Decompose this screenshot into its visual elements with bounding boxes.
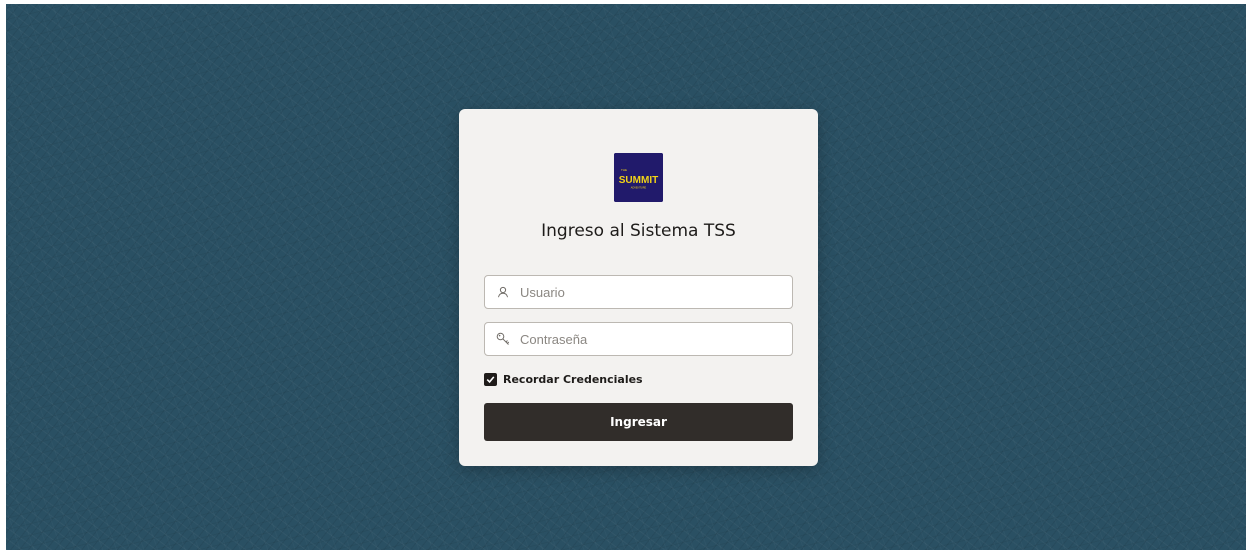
remember-label: Recordar Credenciales: [503, 373, 643, 386]
svg-text:THE: THE: [621, 168, 627, 172]
summit-logo: THE SUMMIT ADVENTURE: [614, 153, 663, 202]
user-icon: [496, 285, 510, 299]
checkmark-icon: [486, 376, 495, 384]
password-input[interactable]: [520, 325, 792, 353]
key-icon: [496, 332, 510, 346]
remember-checkbox[interactable]: [484, 373, 497, 386]
login-background: THE SUMMIT ADVENTURE Ingreso al Sistema …: [6, 4, 1246, 550]
username-input[interactable]: [520, 278, 792, 306]
username-field[interactable]: [484, 275, 793, 309]
login-title: Ingreso al Sistema TSS: [541, 221, 736, 241]
login-card: THE SUMMIT ADVENTURE Ingreso al Sistema …: [459, 109, 818, 466]
svg-text:ADVENTURE: ADVENTURE: [631, 187, 647, 190]
password-field[interactable]: [484, 322, 793, 356]
remember-credentials[interactable]: Recordar Credenciales: [484, 373, 643, 386]
login-button[interactable]: Ingresar: [484, 403, 793, 441]
svg-text:SUMMIT: SUMMIT: [619, 175, 658, 186]
